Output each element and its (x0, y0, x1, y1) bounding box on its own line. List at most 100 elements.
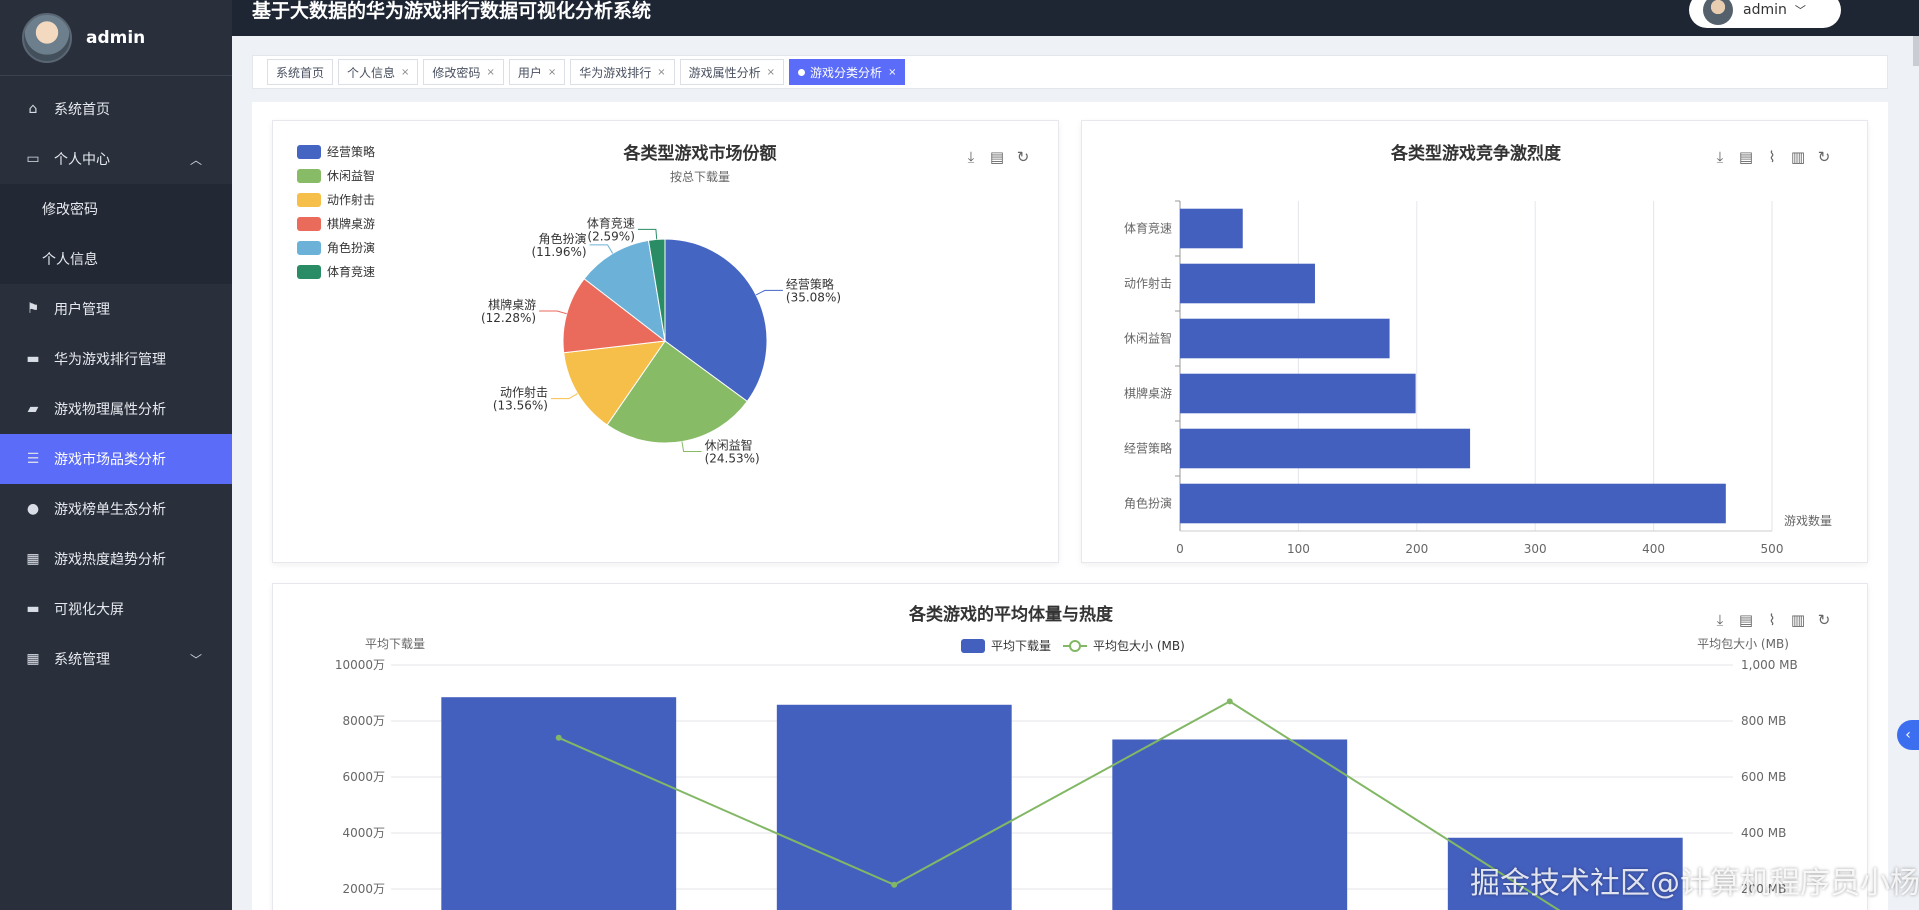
download-icon[interactable]: ⤓ (961, 147, 981, 167)
sidebar-item-user-center[interactable]: ▭ 个人中心 ︿ (0, 134, 232, 184)
legend-marker (1069, 640, 1081, 652)
close-icon[interactable]: × (767, 67, 775, 78)
refresh-icon[interactable]: ↻ (1013, 147, 1033, 167)
sidebar-item-label: 游戏热度趋势分析 (54, 552, 166, 568)
x-axis-label: 游戏数量 (1784, 513, 1832, 528)
sidebar-item-label: 游戏市场品类分析 (54, 452, 166, 468)
grid-icon: ▦ (26, 651, 40, 667)
tab-bar: 系统首页 个人信息 × 修改密码 × 用户 × 华为游戏排行 × 游戏属性分析 × 游戏分类分析 × (252, 55, 1888, 89)
tab-2[interactable]: 修改密码 × (423, 59, 504, 85)
cup-icon: ▬ (26, 351, 40, 367)
bar (1180, 208, 1243, 249)
tab-1[interactable]: 个人信息 × (338, 59, 419, 85)
close-icon[interactable]: × (486, 67, 494, 78)
sidebar-item-label: 系统管理 (54, 652, 110, 668)
sidebar-item-label: 用户管理 (54, 302, 110, 318)
pie-toolbox: ⤓ ▤ ↻ (961, 147, 1033, 167)
line-chart-icon[interactable]: ⌇ (1762, 147, 1782, 167)
tab-6[interactable]: 游戏分类分析 × (789, 59, 906, 85)
pie-slice-name: 动作射击 (500, 385, 548, 400)
sidebar-item-home[interactable]: ⌂ 系统首页 (0, 84, 232, 134)
sidebar-item-category[interactable]: ☰ 游戏市场品类分析 (0, 434, 232, 484)
refresh-icon[interactable]: ↻ (1814, 610, 1834, 630)
scrollbar[interactable] (1913, 36, 1919, 66)
y-tick-label: 经营策略 (1124, 441, 1172, 456)
sidebar-item-users[interactable]: ⚑ 用户管理 (0, 284, 232, 334)
y-tick-label: 8000万 (342, 714, 385, 728)
legend-label: 平均包大小 (MB) (1093, 639, 1185, 653)
line-chart-icon[interactable]: ⌇ (1762, 610, 1782, 630)
legend-label: 平均下载量 (991, 639, 1051, 653)
watermark: 掘金技术社区@计算机程序员小杨 (1470, 866, 1919, 901)
sidebar-item-ranking[interactable]: ▬ 华为游戏排行管理 (0, 334, 232, 384)
collapse-arrow-icon[interactable]: ‹ (1897, 720, 1919, 750)
y2-axis-label: 平均包大小 (MB) (1697, 637, 1789, 651)
download-icon[interactable]: ⤓ (1710, 147, 1730, 167)
tab-3[interactable]: 用户 × (508, 59, 566, 85)
sidebar-item-system[interactable]: ▦ 系统管理 ﹀ (0, 634, 232, 684)
pie-slice-name: 棋牌桌游 (488, 298, 536, 312)
line-point (891, 881, 898, 888)
truck-icon: ▰ (27, 401, 39, 417)
y-tick-label: 6000万 (342, 770, 385, 784)
tab-label: 修改密码 (432, 65, 481, 80)
pie-slice-percent: (35.08%) (786, 290, 841, 304)
user-menu-button[interactable]: admin ﹀ (1689, 0, 1841, 28)
sidebar-item-ecology[interactable]: ● 游戏榜单生态分析 (0, 484, 232, 534)
sidebar-item-physical[interactable]: ▰ 游戏物理属性分析 (0, 384, 232, 434)
tab-label: 游戏属性分析 (688, 65, 761, 80)
bar-chart-icon[interactable]: ▥ (1788, 147, 1808, 167)
chart-title: 各类型游戏竞争激烈度 (1390, 143, 1562, 164)
sidebar-item-profile[interactable]: 个人信息 (0, 234, 232, 284)
pie-slice-percent: (11.96%) (531, 245, 586, 259)
chart-title: 各类型游戏市场份额 (623, 143, 777, 164)
tab-5[interactable]: 游戏属性分析 × (679, 59, 785, 85)
bar-chart-icon[interactable]: ▥ (1788, 610, 1808, 630)
tab-4[interactable]: 华为游戏排行 × (570, 59, 675, 85)
y2-tick-label: 1,000 MB (1741, 658, 1798, 672)
x-tick-label: 300 (1524, 542, 1547, 556)
data-view-icon[interactable]: ▤ (987, 147, 1007, 167)
sidebar-item-label: 个人中心 (54, 152, 110, 168)
tab-label: 个人信息 (347, 65, 396, 80)
tab-label: 游戏分类分析 (810, 65, 883, 80)
page-title: 基于大数据的华为游戏排行数据可视化分析系统 (252, 0, 652, 22)
bar (1180, 318, 1390, 359)
sidebar-menu: ⌂ 系统首页 ▭ 个人中心 ︿ 修改密码 个人信息 ⚑ 用户管理 ▬ 华为游戏排行管理 ▰ 游戏物理属性… (0, 84, 232, 684)
sidebar-item-change-password[interactable]: 修改密码 (0, 184, 232, 234)
close-icon[interactable]: × (657, 67, 665, 78)
chevron-down-icon: ﹀ (189, 653, 202, 667)
sidebar-username: admin (86, 27, 146, 48)
data-view-icon[interactable]: ▤ (1736, 147, 1756, 167)
person-icon: ● (26, 501, 40, 517)
line-point (555, 734, 562, 741)
user-avatar (1703, 0, 1733, 25)
sidebar-item-label: 游戏物理属性分析 (54, 402, 166, 418)
x-tick-label: 400 (1642, 542, 1665, 556)
close-icon[interactable]: × (548, 67, 556, 78)
sidebar: admin ⌂ 系统首页 ▭ 个人中心 ︿ 修改密码 个人信息 ⚑ 用户管理 ▬ 华为游戏排行管理 ▰… (0, 0, 232, 910)
pie-label-line (589, 244, 614, 254)
hbar-chart: 各类型游戏竞争激烈度 0 100 200 300 400 500 体育竞速动作射击休闲益智棋牌… (1124, 143, 1832, 556)
avatar[interactable] (22, 12, 72, 63)
chart-subtitle: 按总下载量 (670, 170, 730, 184)
topbar: 基于大数据的华为游戏排行数据可视化分析系统 admin ﹀ (232, 0, 1919, 36)
sidebar-item-label: 华为游戏排行管理 (54, 352, 166, 368)
sidebar-item-screen[interactable]: ▬ 可视化大屏 (0, 584, 232, 634)
chevron-down-icon: ﹀ (1794, 4, 1806, 17)
pie-label-line (755, 289, 783, 296)
close-icon[interactable]: × (888, 67, 896, 78)
legend-swatch (297, 217, 321, 231)
bar (776, 704, 1012, 910)
sidebar-item-trend[interactable]: ▦ 游戏热度趋势分析 (0, 534, 232, 584)
pie-label-line (637, 228, 658, 240)
legend-label: 动作射击 (327, 192, 375, 207)
close-icon[interactable]: × (401, 67, 409, 78)
download-icon[interactable]: ⤓ (1710, 610, 1730, 630)
data-view-icon[interactable]: ▤ (1736, 610, 1756, 630)
legend-label: 角色扮演 (327, 240, 375, 255)
pie-slice-percent: (13.56%) (493, 399, 548, 413)
refresh-icon[interactable]: ↻ (1814, 147, 1834, 167)
tab-0[interactable]: 系统首页 (267, 59, 334, 85)
tab-label: 华为游戏排行 (579, 65, 652, 80)
